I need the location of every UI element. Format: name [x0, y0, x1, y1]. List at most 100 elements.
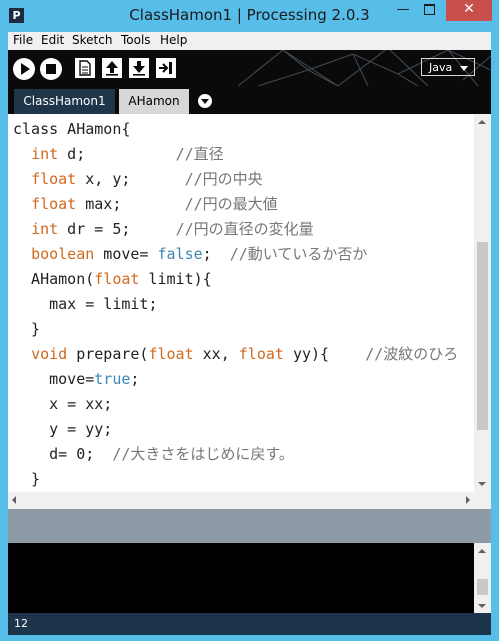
code-line[interactable]: int dr = 5; //円の直径の変化量 [13, 217, 314, 242]
export-button[interactable] [156, 58, 176, 78]
code-token: int [31, 145, 59, 163]
code-line[interactable]: max = limit; [13, 292, 158, 317]
code-line[interactable]: x = xx; [13, 392, 112, 417]
code-token: float [148, 345, 194, 363]
open-sketch-button[interactable] [102, 58, 122, 78]
console-scroll-up-icon[interactable] [478, 549, 486, 553]
console-output[interactable] [8, 543, 474, 613]
console-scrollbar[interactable] [474, 543, 491, 613]
code-line[interactable]: AHamon(float limit){ [13, 267, 212, 292]
play-icon [21, 63, 30, 75]
code-token: class AHamon{ [13, 120, 131, 138]
code-line[interactable]: d= 0; //大きさをはじめに戻す。 [13, 442, 294, 467]
code-token: float [94, 270, 140, 288]
code-token: max = limit; [13, 295, 158, 313]
code-token: //円の直径の変化量 [175, 220, 314, 238]
tab-ahamon[interactable]: AHamon [119, 89, 189, 114]
code-line[interactable]: class AHamon{ [13, 117, 130, 142]
scroll-left-icon[interactable] [12, 496, 16, 504]
code-token: boolean [31, 245, 95, 263]
scroll-down-icon[interactable] [478, 482, 486, 486]
scroll-up-icon[interactable] [478, 120, 486, 124]
code-token: false [157, 245, 203, 263]
code-token: ; [202, 245, 230, 263]
code-line[interactable]: move=true; [13, 367, 139, 392]
console-scroll-down-icon[interactable] [478, 604, 486, 608]
code-token: xx, [193, 345, 239, 363]
status-bar: 12 [8, 613, 491, 635]
code-token: move= [94, 245, 158, 263]
code-token: void [31, 345, 68, 363]
editor-vertical-scrollbar[interactable] [474, 114, 491, 492]
code-token: d= 0; [13, 445, 113, 463]
chevron-down-icon [460, 66, 468, 71]
code-token: //円の中央 [184, 170, 263, 188]
code-line[interactable]: int d; //直径 [13, 142, 224, 167]
menu-bar: File Edit Sketch Tools Help [8, 32, 491, 50]
save-sketch-button[interactable] [129, 58, 149, 78]
code-token: d; [58, 145, 176, 163]
code-token: //大きさをはじめに戻す。 [112, 445, 294, 463]
code-token: //直径 [175, 145, 224, 163]
editor-scroll-thumb[interactable] [477, 242, 488, 430]
code-editor[interactable]: class AHamon{ int d; //直径 float x, y; //… [8, 114, 474, 492]
mode-selector[interactable]: Java [421, 58, 475, 76]
new-sketch-button[interactable] [75, 58, 95, 78]
upload-arrow-icon [106, 61, 118, 76]
tab-classhamon1[interactable]: ClassHamon1 [14, 89, 115, 114]
maximize-icon [423, 4, 435, 15]
code-token: y = yy; [13, 420, 113, 438]
line-number: 12 [14, 617, 28, 630]
run-button[interactable] [13, 58, 35, 80]
mode-label: Java [429, 61, 453, 74]
new-file-icon [79, 60, 91, 76]
window-frame-bottom [0, 635, 499, 641]
code-line[interactable]: } [13, 317, 40, 342]
console-scroll-thumb[interactable] [477, 579, 488, 595]
tab-bar: ClassHamon1 AHamon [8, 86, 491, 114]
code-token: prepare( [67, 345, 149, 363]
code-token: float [238, 345, 284, 363]
code-token: float [31, 170, 77, 188]
code-token: dr = 5; [58, 220, 176, 238]
scroll-right-icon[interactable] [466, 496, 470, 504]
code-line[interactable]: void prepare(float xx, float yy){ //波紋のひ… [13, 342, 458, 367]
minimize-button[interactable]: — [390, 0, 416, 21]
code-token: float [31, 195, 77, 213]
download-arrow-icon [133, 61, 145, 76]
stop-button[interactable] [40, 58, 62, 80]
editor-horizontal-scrollbar[interactable] [8, 492, 491, 509]
code-token: x, y; [76, 170, 185, 188]
code-line[interactable]: boolean move= false; //動いているか否か [13, 242, 367, 267]
menu-sketch[interactable]: Sketch [72, 33, 112, 47]
menu-help[interactable]: Help [160, 33, 187, 47]
code-token: //円の最大値 [184, 195, 278, 213]
window-frame-right [491, 32, 499, 641]
menu-file[interactable]: File [13, 33, 33, 47]
code-token: //波紋のひろ [365, 345, 459, 363]
menu-tools[interactable]: Tools [121, 33, 151, 47]
code-token: max; [76, 195, 185, 213]
message-area [8, 509, 491, 543]
close-button[interactable]: ✕ [446, 0, 492, 21]
code-line[interactable]: float x, y; //円の中央 [13, 167, 263, 192]
menu-edit[interactable]: Edit [41, 33, 64, 47]
code-line[interactable]: float max; //円の最大値 [13, 192, 278, 217]
code-token: true [94, 370, 131, 388]
tab-menu-button[interactable] [198, 94, 212, 108]
maximize-button[interactable] [416, 0, 442, 21]
code-line[interactable]: } [13, 467, 40, 492]
window-frame-left [0, 32, 8, 641]
toolbar: Java [8, 50, 491, 86]
title-bar[interactable]: P ClassHamon1 | Processing 2.0.3 — ✕ [0, 0, 499, 32]
code-line[interactable]: y = yy; [13, 417, 112, 442]
code-token: limit){ [139, 270, 212, 288]
code-token: yy){ [283, 345, 366, 363]
code-token: move= [13, 370, 95, 388]
